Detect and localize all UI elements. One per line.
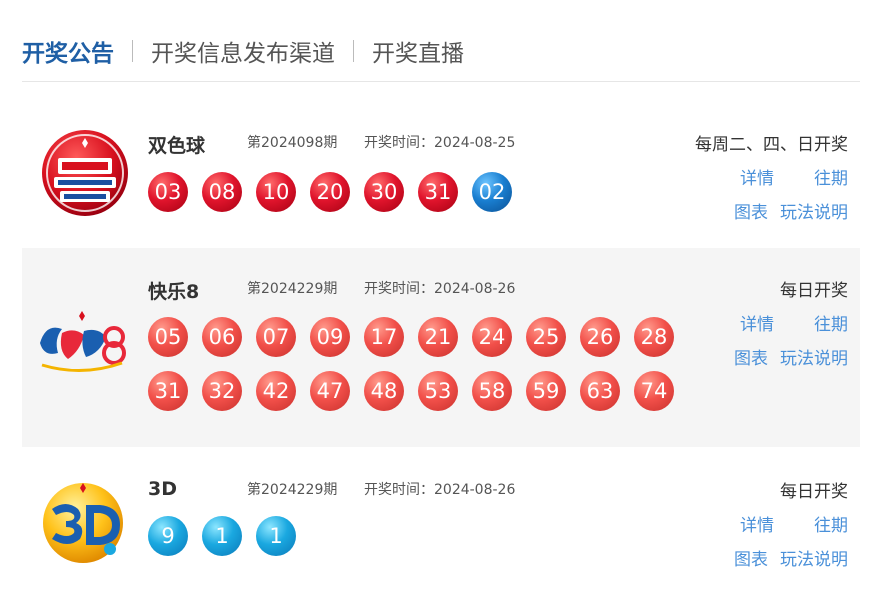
red-ball: 30 bbox=[364, 172, 404, 212]
number-ball: 63 bbox=[580, 371, 620, 411]
draw-time: 开奖时间：2024-08-26 bbox=[364, 482, 516, 498]
tab-divider bbox=[132, 40, 133, 62]
number-ball: 58 bbox=[472, 371, 512, 411]
3d-logo-icon bbox=[43, 483, 123, 563]
lottery-name: 快乐8 bbox=[148, 281, 200, 303]
lottery-row-3d: 3D 第2024229期 开奖时间：2024-08-26 9 1 1 每日开奖 … bbox=[22, 449, 860, 589]
history-link[interactable]: 往期 bbox=[814, 511, 848, 536]
number-ball: 25 bbox=[526, 317, 566, 357]
happy8-logo-icon bbox=[40, 311, 126, 372]
number-ball: 47 bbox=[310, 371, 350, 411]
lottery-row-kl8: 快乐8 第2024229期 开奖时间：2024-08-26 05 06 07 0… bbox=[22, 248, 860, 447]
header-divider bbox=[22, 81, 860, 82]
red-ball: 08 bbox=[202, 172, 242, 212]
number-ball: 1 bbox=[202, 516, 242, 556]
number-ball: 21 bbox=[418, 317, 458, 357]
detail-link[interactable]: 详情 bbox=[740, 310, 774, 335]
draw-time: 开奖时间：2024-08-26 bbox=[364, 281, 516, 297]
lottery-name: 双色球 bbox=[148, 135, 206, 157]
number-ball: 28 bbox=[634, 317, 674, 357]
number-ball: 05 bbox=[148, 317, 188, 357]
red-ball: 20 bbox=[310, 172, 350, 212]
tab-bar: 开奖公告 开奖信息发布渠道 开奖直播 bbox=[22, 34, 464, 68]
history-link[interactable]: 往期 bbox=[814, 310, 848, 335]
number-ball: 53 bbox=[418, 371, 458, 411]
red-ball: 03 bbox=[148, 172, 188, 212]
detail-link[interactable]: 详情 bbox=[740, 164, 774, 189]
number-ball: 48 bbox=[364, 371, 404, 411]
tab-divider bbox=[353, 40, 354, 62]
draw-schedule: 每日开奖 bbox=[780, 281, 848, 301]
number-ball: 07 bbox=[256, 317, 296, 357]
issue-number: 第2024098期 bbox=[247, 135, 338, 151]
red-ball: 10 bbox=[256, 172, 296, 212]
tab-release-channels[interactable]: 开奖信息发布渠道 bbox=[151, 34, 335, 68]
chart-link[interactable]: 图表 bbox=[734, 344, 768, 369]
history-link[interactable]: 往期 bbox=[814, 164, 848, 189]
tab-draw-announcement[interactable]: 开奖公告 bbox=[22, 34, 114, 68]
blue-ball: 02 bbox=[472, 172, 512, 212]
number-ball: 9 bbox=[148, 516, 188, 556]
number-ball: 24 bbox=[472, 317, 512, 357]
chart-link[interactable]: 图表 bbox=[734, 198, 768, 223]
rules-link[interactable]: 玩法说明 bbox=[780, 545, 848, 570]
number-ball: 31 bbox=[148, 371, 188, 411]
rules-link[interactable]: 玩法说明 bbox=[780, 344, 848, 369]
number-ball: 06 bbox=[202, 317, 242, 357]
number-ball: 59 bbox=[526, 371, 566, 411]
rules-link[interactable]: 玩法说明 bbox=[780, 198, 848, 223]
lottery-name: 3D bbox=[148, 478, 177, 500]
draw-schedule: 每日开奖 bbox=[780, 482, 848, 502]
issue-number: 第2024229期 bbox=[247, 281, 338, 297]
draw-time: 开奖时间：2024-08-25 bbox=[364, 135, 516, 151]
draw-schedule: 每周二、四、日开奖 bbox=[695, 135, 848, 155]
lottery-row-ssq: 双色球 第2024098期 开奖时间：2024-08-25 03 08 10 2… bbox=[22, 100, 860, 246]
issue-number: 第2024229期 bbox=[247, 482, 338, 498]
number-ball: 42 bbox=[256, 371, 296, 411]
number-ball: 32 bbox=[202, 371, 242, 411]
chart-link[interactable]: 图表 bbox=[734, 545, 768, 570]
number-ball: 26 bbox=[580, 317, 620, 357]
number-ball: 1 bbox=[256, 516, 296, 556]
tab-live-draw[interactable]: 开奖直播 bbox=[372, 34, 464, 68]
number-ball: 17 bbox=[364, 317, 404, 357]
red-ball: 31 bbox=[418, 172, 458, 212]
double-color-ball-logo-icon bbox=[42, 130, 128, 216]
detail-link[interactable]: 详情 bbox=[740, 511, 774, 536]
number-ball: 09 bbox=[310, 317, 350, 357]
number-ball: 74 bbox=[634, 371, 674, 411]
